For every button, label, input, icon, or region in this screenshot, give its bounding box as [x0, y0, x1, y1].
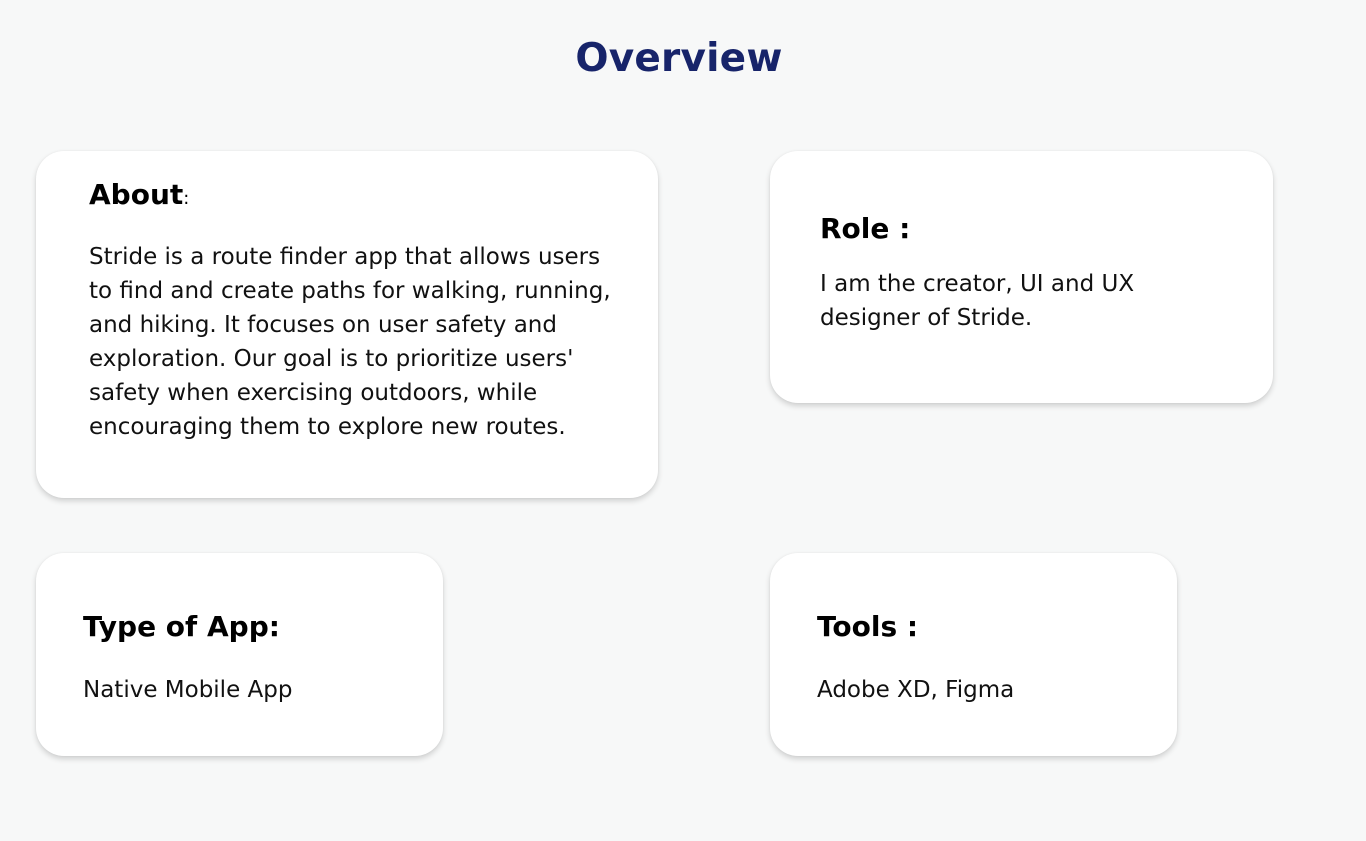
tools-value: Adobe XD, Figma — [817, 677, 1015, 703]
role-heading: Role : — [820, 212, 911, 245]
type-of-app-value: Native Mobile App — [83, 677, 293, 703]
about-description: Stride is a route finder app that allows… — [89, 244, 611, 440]
about-heading-colon: : — [183, 188, 190, 209]
role-description: I am the creator, UI and UX designer of … — [820, 271, 1135, 331]
type-of-app-card: Type of App: Native Mobile App — [36, 553, 443, 756]
tools-heading: Tools : — [817, 610, 919, 643]
type-of-app-heading: Type of App: — [83, 610, 280, 643]
page-title: Overview — [575, 36, 783, 81]
about-heading-label: About — [89, 178, 184, 211]
role-card: Role : I am the creator, UI and UX desig… — [770, 151, 1273, 403]
about-heading: About: — [89, 178, 658, 211]
about-card: About: Stride is a route finder app that… — [36, 151, 658, 498]
tools-card: Tools : Adobe XD, Figma — [770, 553, 1177, 756]
